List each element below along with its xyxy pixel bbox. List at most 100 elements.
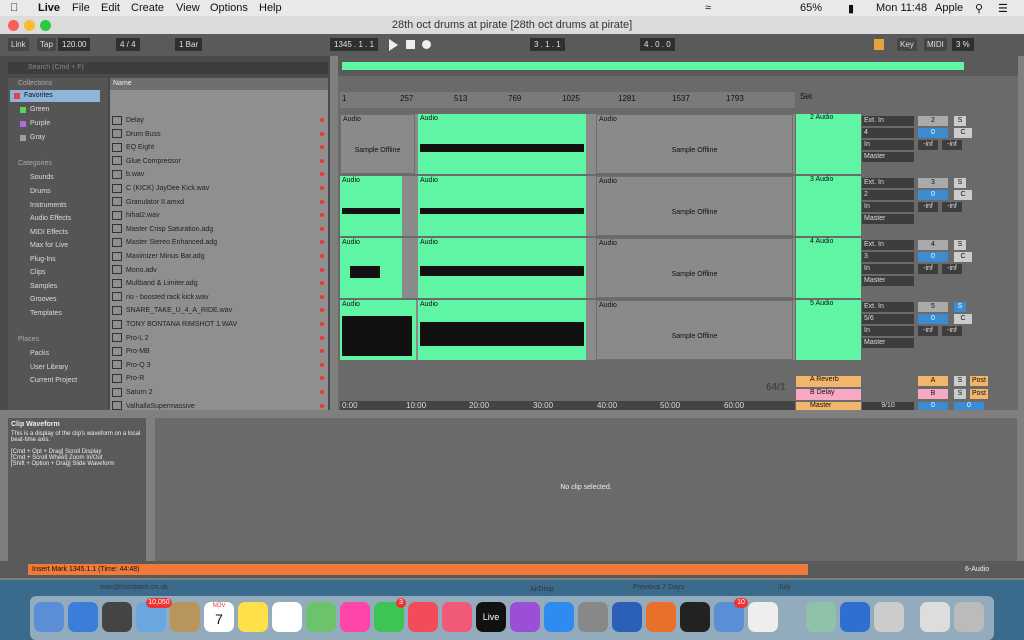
monitor-in[interactable]: In	[862, 264, 914, 274]
track-number[interactable]: 3	[918, 178, 948, 188]
place-user-library[interactable]: User Library	[18, 362, 68, 374]
volume-field[interactable]: -inf	[918, 202, 938, 212]
trash-icon[interactable]	[954, 602, 984, 632]
volume-field[interactable]: -inf	[918, 326, 938, 336]
collection-purple[interactable]: Purple	[18, 118, 50, 130]
master-header[interactable]: Master	[796, 402, 861, 410]
tap-button[interactable]: Tap	[37, 38, 56, 51]
audio-clip[interactable]: Audio	[418, 300, 586, 360]
solo-button[interactable]: S	[954, 116, 966, 126]
collection-green[interactable]: Green	[18, 104, 49, 116]
midi-map-button[interactable]: MIDI	[924, 38, 947, 51]
return-b-letter[interactable]: B	[918, 389, 948, 399]
master-fraction[interactable]: 9/10	[862, 402, 914, 410]
pan-field[interactable]: 0	[918, 190, 948, 200]
place-current-project[interactable]: Current Project	[18, 375, 77, 387]
time-ruler[interactable]: 0:00 10:00 20:00 30:00 40:00 50:00 60:00	[340, 401, 795, 410]
search-input[interactable]: Search (Cmd + F)	[8, 62, 328, 74]
calendar-icon[interactable]: NOV 7	[204, 602, 234, 632]
menu-create[interactable]: Create	[131, 2, 164, 14]
category-plug-ins[interactable]: Plug-Ins	[18, 254, 56, 266]
word-doc-icon[interactable]	[840, 602, 870, 632]
monitor-in[interactable]: In	[862, 202, 914, 212]
quantize-menu[interactable]: 1 Bar	[175, 38, 203, 51]
output-dropdown[interactable]: Master	[862, 276, 914, 286]
menu-view[interactable]: View	[176, 2, 200, 14]
control-center-icon[interactable]: ☰	[998, 2, 1008, 15]
file-list-item[interactable]: Saturn 2	[112, 386, 328, 399]
preview-icon[interactable]	[874, 602, 904, 632]
file-list-item[interactable]: Glue Compressor	[112, 155, 328, 168]
close-button[interactable]	[8, 20, 19, 31]
collection-favorites[interactable]: Favorites	[10, 90, 100, 102]
menu-edit[interactable]: Edit	[101, 2, 120, 14]
name-column-header[interactable]: Name	[110, 78, 328, 90]
master-volume[interactable]: 0	[918, 402, 948, 410]
document-icon[interactable]	[920, 602, 950, 632]
photos-icon[interactable]	[340, 602, 370, 632]
center-button[interactable]: C	[954, 252, 972, 262]
signature-field[interactable]: 4 / 4	[116, 38, 140, 51]
input-type-dropdown[interactable]: Ext. In	[862, 240, 914, 250]
minimize-button[interactable]	[24, 20, 35, 31]
reminders-icon[interactable]	[272, 602, 302, 632]
file-list-item[interactable]: b.wav	[112, 168, 328, 181]
menu-options[interactable]: Options	[210, 2, 248, 14]
file-list-item[interactable]: Pro-MB	[112, 345, 328, 358]
menu-help[interactable]: Help	[259, 2, 282, 14]
return-b-header[interactable]: B Delay	[796, 389, 861, 400]
category-midi-effects[interactable]: MIDI Effects	[18, 227, 68, 239]
audio-clip[interactable]: Audio	[340, 300, 416, 360]
track-5-header[interactable]: 5 Audio	[796, 300, 861, 360]
input-channel-dropdown[interactable]: 4	[862, 128, 914, 138]
audio-clip[interactable]: Audio	[418, 176, 586, 236]
file-list-item[interactable]: Master Stereo Enhanced.adg	[112, 236, 328, 249]
mail-icon[interactable]: 10,050	[136, 598, 172, 632]
file-list-item[interactable]: Granulator II.amxd	[112, 196, 328, 209]
launchpad-icon[interactable]	[102, 602, 132, 632]
wifi-icon[interactable]: ≈	[705, 2, 711, 14]
pan-field[interactable]: 0	[918, 252, 948, 262]
return-a-solo[interactable]: S	[954, 376, 966, 386]
track-2-header[interactable]: 2 Audio	[796, 114, 861, 174]
file-list-item[interactable]: Pro-Q 3	[112, 359, 328, 372]
category-sounds[interactable]: Sounds	[18, 172, 54, 184]
category-instruments[interactable]: Instruments	[18, 200, 67, 212]
category-grooves[interactable]: Grooves	[18, 294, 56, 306]
plugin-folder-icon[interactable]	[806, 602, 836, 632]
category-audio-effects[interactable]: Audio Effects	[18, 213, 71, 225]
solo-button[interactable]: S	[954, 178, 966, 188]
category-clips[interactable]: Clips	[18, 267, 46, 279]
file-list-item[interactable]: SNARE_TAKE_U_4_A_RIDE.wav	[112, 304, 328, 317]
facetime-icon[interactable]: 3	[374, 598, 406, 632]
master-volume-2[interactable]: 0	[954, 402, 984, 410]
category-max-for-live[interactable]: Max for Live	[18, 240, 68, 252]
input-type-dropdown[interactable]: Ext. In	[862, 116, 914, 126]
return-a-post[interactable]: Post	[970, 376, 988, 386]
file-list-item[interactable]: Mono.adv	[112, 264, 328, 277]
song-position[interactable]: 1345 . 1 . 1	[330, 38, 379, 51]
monitor-in[interactable]: In	[862, 326, 914, 336]
native-access-icon[interactable]	[680, 602, 710, 632]
file-list-item[interactable]: ValhallaSupermassive	[112, 400, 328, 413]
volume-field[interactable]: -inf	[918, 264, 938, 274]
messages-icon[interactable]: 10	[714, 598, 748, 632]
ableton-live-icon[interactable]: Live	[476, 602, 506, 632]
file-list-item[interactable]: Maximizer Minus Bar.adg	[112, 250, 328, 263]
return-b-post[interactable]: Post	[970, 389, 988, 399]
output-dropdown[interactable]: Master	[862, 214, 914, 224]
track-number[interactable]: 4	[918, 240, 948, 250]
return-b-solo[interactable]: S	[954, 389, 966, 399]
system-preferences-icon[interactable]	[578, 602, 608, 632]
category-templates[interactable]: Templates	[18, 308, 62, 320]
input-type-dropdown[interactable]: Ext. In	[862, 178, 914, 188]
place-packs[interactable]: Packs	[18, 348, 49, 360]
track-3-header[interactable]: 3 Audio	[796, 176, 861, 236]
volume-field[interactable]: -inf	[918, 140, 938, 150]
offline-clip[interactable]: Audio Sample Offline	[340, 114, 415, 174]
set-label[interactable]: Set	[800, 92, 812, 101]
collection-gray[interactable]: Gray	[18, 132, 45, 144]
key-map-button[interactable]: Key	[897, 38, 917, 51]
battery-icon[interactable]: ▮	[848, 2, 854, 15]
audio-clip[interactable]: Audio	[340, 176, 402, 236]
